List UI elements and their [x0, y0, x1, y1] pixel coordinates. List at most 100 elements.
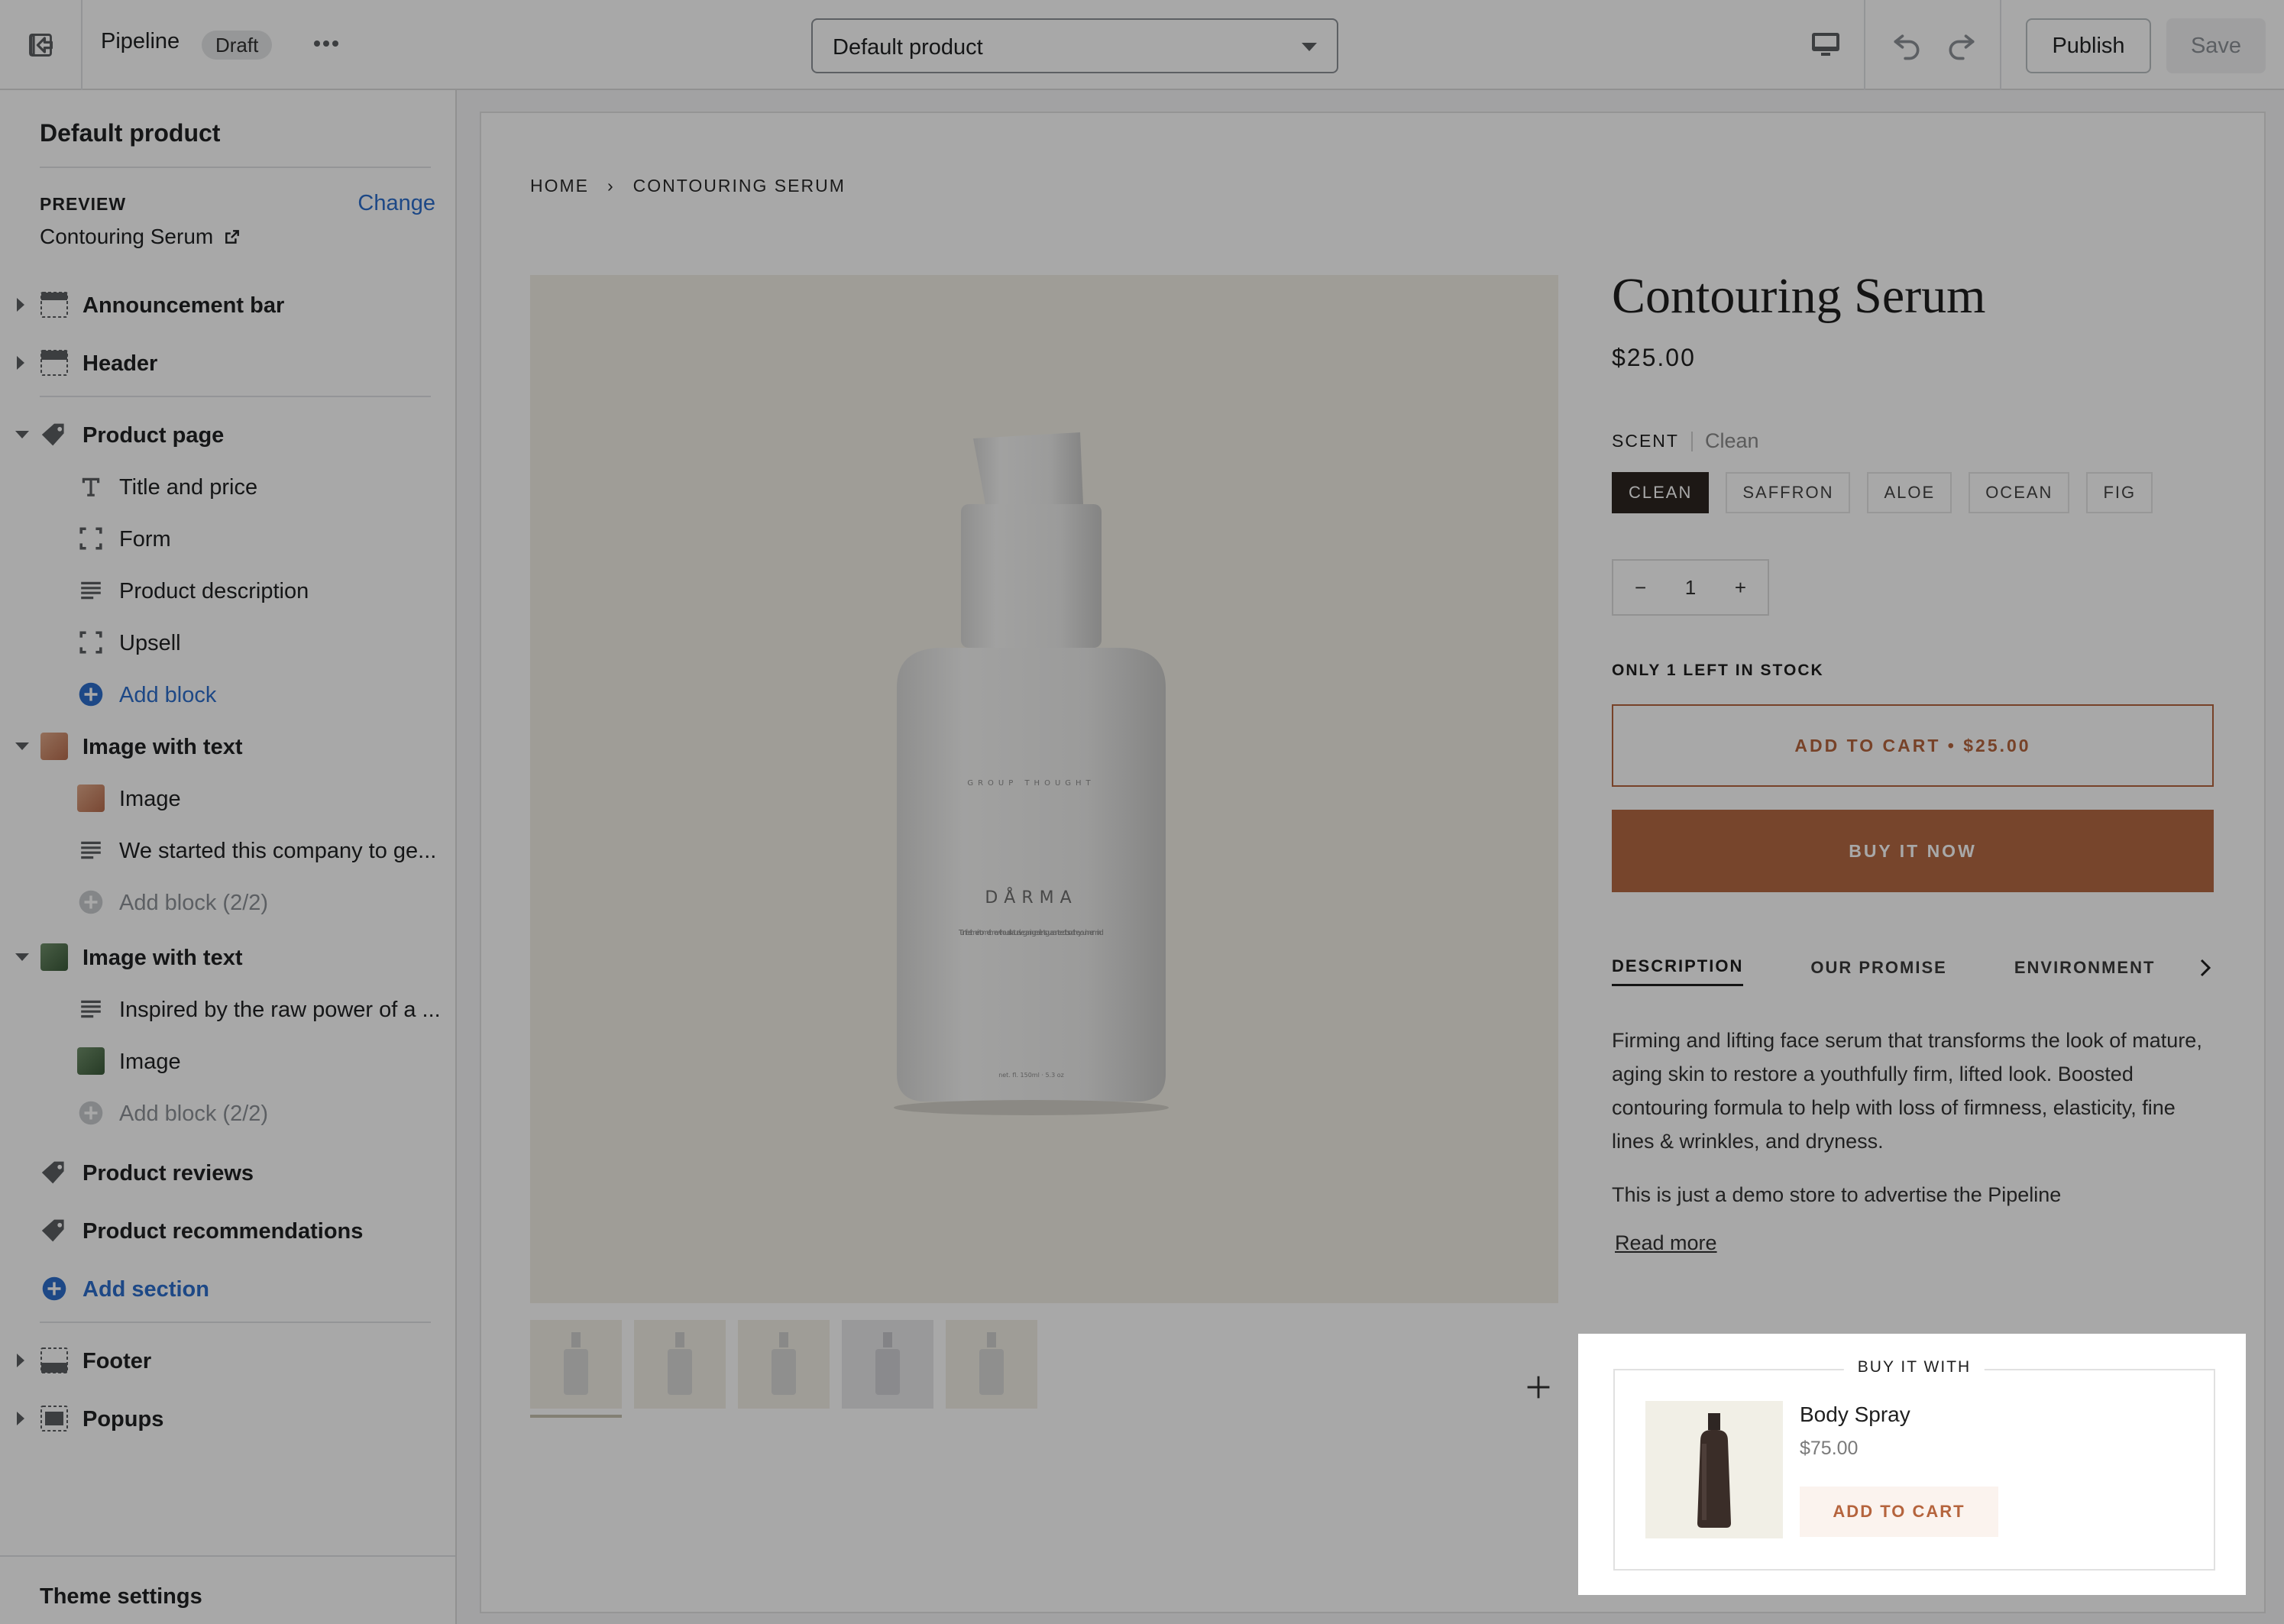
add-block-disabled[interactable]: Add block (2/2): [0, 877, 455, 927]
caret-down-icon: [15, 742, 29, 750]
block-form[interactable]: Form: [0, 513, 455, 564]
upsell-product-name[interactable]: Body Spray: [1800, 1402, 1910, 1427]
section-image-with-text[interactable]: Image with text: [0, 721, 455, 772]
theme-settings-button[interactable]: Theme settings: [0, 1555, 455, 1624]
redo-icon[interactable]: [1940, 24, 1983, 67]
gallery-thumbnail[interactable]: [530, 1320, 622, 1418]
tag-icon: [40, 1216, 69, 1245]
option-clean[interactable]: CLEAN: [1612, 472, 1710, 513]
theme-settings-label: Theme settings: [40, 1584, 202, 1609]
gallery-thumbnail[interactable]: [738, 1320, 830, 1409]
body-spray-bottle-image: [1697, 1413, 1731, 1528]
bottle-brand: DÅRMA: [985, 887, 1077, 907]
zoom-plus-icon[interactable]: [1517, 1366, 1560, 1409]
block-label: Form: [119, 527, 171, 552]
block-image[interactable]: Image: [0, 773, 455, 823]
more-actions-icon[interactable]: [307, 24, 345, 63]
section-product-reviews[interactable]: Product reviews: [0, 1147, 455, 1198]
bottle-thumbnail-icon: [668, 1332, 692, 1395]
block-text[interactable]: Inspired by the raw power of a ...: [0, 984, 455, 1034]
section-popups[interactable]: Popups: [0, 1393, 455, 1444]
block-text[interactable]: We started this company to ge...: [0, 825, 455, 875]
bottle-volume: net. fl. 150ml · 5.3 oz: [998, 1072, 1064, 1079]
tab-our-promise[interactable]: OUR PROMISE: [1810, 958, 1946, 985]
option-current-value: Clean: [1704, 429, 1759, 452]
preview-product[interactable]: Contouring Serum: [40, 225, 241, 249]
upsell-add-to-cart-button[interactable]: ADD TO CART: [1800, 1487, 1998, 1537]
tab-environment[interactable]: ENVIRONMENT: [2014, 958, 2156, 985]
change-preview-link[interactable]: Change: [357, 191, 435, 216]
save-button[interactable]: Save: [2166, 18, 2266, 73]
quantity-stepper: − 1 +: [1612, 559, 1769, 616]
section-product-page[interactable]: Product page: [0, 409, 455, 460]
stock-notice: ONLY 1 LEFT IN STOCK: [1612, 662, 1824, 679]
block-image[interactable]: Image: [0, 1036, 455, 1086]
section-footer[interactable]: Footer: [0, 1335, 455, 1386]
option-saffron[interactable]: SAFFRON: [1726, 472, 1851, 513]
upsell-product-price: $75.00: [1800, 1438, 1859, 1459]
read-more-link[interactable]: Read more: [1615, 1231, 1717, 1255]
qty-decrease-button[interactable]: −: [1635, 576, 1646, 600]
image-thumbnail: [76, 784, 105, 813]
upsell-block-highlight[interactable]: BUY IT WITH Body Spray $75.00 ADD TO CAR…: [1578, 1334, 2246, 1595]
block-label: Inspired by the raw power of a ...: [119, 998, 441, 1022]
upsell-product-image[interactable]: [1645, 1401, 1783, 1538]
external-link-icon: [225, 230, 240, 244]
editor-topbar: Pipeline Draft Default product Publish S…: [0, 0, 2284, 90]
serum-bottle-image: GROUP THOUGHT DÅRMA Turn free time into …: [894, 432, 1169, 1115]
caret-down-icon: [15, 431, 29, 438]
add-section-button[interactable]: Add section: [0, 1263, 455, 1314]
product-image[interactable]: GROUP THOUGHT DÅRMA Turn free time into …: [530, 275, 1558, 1399]
plus-circle-icon: [40, 1274, 69, 1303]
bottle-thumbnail-icon: [875, 1332, 900, 1395]
breadcrumb-home[interactable]: HOME: [530, 176, 589, 196]
caret-right-icon: [17, 1412, 24, 1425]
product-price: $25.00: [1612, 344, 1696, 371]
exit-icon[interactable]: [0, 0, 82, 90]
section-label: Product recommendations: [82, 1219, 364, 1244]
section-label: Image with text: [82, 735, 243, 759]
gallery-thumbnail[interactable]: [634, 1320, 726, 1409]
add-block-disabled[interactable]: Add block (2/2): [0, 1088, 455, 1138]
gallery-thumbnail[interactable]: [946, 1320, 1037, 1409]
upsell-block: BUY IT WITH Body Spray $75.00 ADD TO CAR…: [1613, 1358, 2215, 1571]
buy-now-button[interactable]: BUY IT NOW: [1612, 810, 2214, 892]
option-label: SCENT Clean: [1612, 429, 1759, 453]
add-block-label: Add block: [119, 683, 217, 707]
block-product-description[interactable]: Product description: [0, 565, 455, 616]
add-block-button[interactable]: Add block: [0, 669, 455, 720]
section-header[interactable]: Header: [0, 338, 455, 388]
upsell-title: BUY IT WITH: [1843, 1358, 1985, 1377]
tab-description[interactable]: DESCRIPTION: [1612, 956, 1744, 986]
option-fig[interactable]: FIG: [2086, 472, 2153, 513]
template-select[interactable]: Default product: [811, 18, 1338, 73]
divider: [40, 1322, 431, 1323]
publish-button[interactable]: Publish: [2026, 18, 2151, 73]
gallery-thumbnail[interactable]: [842, 1320, 933, 1409]
caret-right-icon: [17, 356, 24, 370]
layout-top-icon: [40, 348, 69, 377]
text-lines-icon: [76, 995, 105, 1024]
section-image-with-text[interactable]: Image with text: [0, 932, 455, 982]
option-aloe[interactable]: ALOE: [1867, 472, 1952, 513]
qty-increase-button[interactable]: +: [1735, 576, 1746, 600]
product-title: Contouring Serum: [1612, 268, 1986, 324]
qty-value[interactable]: 1: [1685, 576, 1696, 600]
section-product-recommendations[interactable]: Product recommendations: [0, 1205, 455, 1256]
undo-icon[interactable]: [1885, 24, 1928, 67]
block-upsell[interactable]: Upsell: [0, 617, 455, 668]
add-to-cart-button[interactable]: ADD TO CART • $25.00: [1612, 704, 2214, 787]
bottle-copy: Turn free time into me time with our all…: [958, 929, 1104, 937]
block-label: We started this company to ge...: [119, 839, 437, 863]
block-label: Title and price: [119, 475, 258, 500]
desktop-preview-icon[interactable]: [1803, 26, 1849, 64]
option-ocean[interactable]: OCEAN: [1969, 472, 2070, 513]
add-section-label: Add section: [82, 1277, 209, 1302]
section-announcement-bar[interactable]: Announcement bar: [0, 280, 455, 330]
section-label: Product reviews: [82, 1161, 254, 1186]
block-title-and-price[interactable]: Title and price: [0, 461, 455, 512]
section-label: Product page: [82, 423, 225, 448]
tag-icon: [40, 1158, 69, 1187]
option-name: SCENT: [1612, 431, 1679, 451]
chevron-right-icon[interactable]: [2197, 958, 2214, 982]
